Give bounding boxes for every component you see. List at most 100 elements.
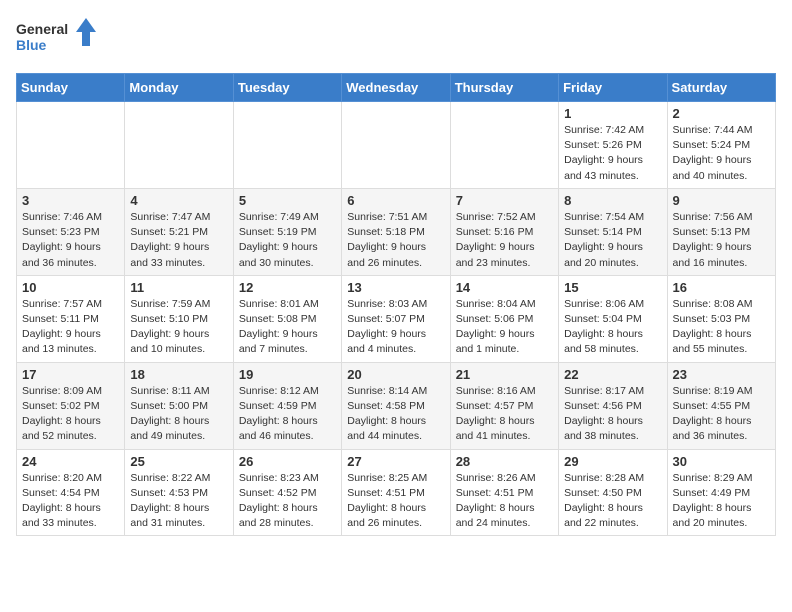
day-number: 29	[564, 454, 661, 469]
day-info: Sunrise: 8:29 AM Sunset: 4:49 PM Dayligh…	[673, 471, 770, 532]
day-cell: 5Sunrise: 7:49 AM Sunset: 5:19 PM Daylig…	[233, 188, 341, 275]
day-cell: 26 Sunrise: 8:23 AM Sunset: 4:52 PM Dayli…	[233, 449, 341, 536]
day-cell: 11 Sunrise: 7:59 AM Sunset: 5:10 PM Dayli…	[125, 275, 233, 362]
day-cell: 12Sunrise: 8:01 AM Sunset: 5:08 PM Dayli…	[233, 275, 341, 362]
week-row-0: 1 Sunrise: 7:42 AM Sunset: 5:26 PM Daylig…	[17, 102, 776, 189]
day-info: Sunrise: 8:03 AM Sunset: 5:07 PM Dayligh…	[347, 297, 444, 358]
day-info: Sunrise: 8:06 AM Sunset: 5:04 PM Dayligh…	[564, 297, 661, 358]
day-info: Sunrise: 8:23 AM Sunset: 4:52 PM Dayligh…	[239, 471, 336, 532]
day-number: 22	[564, 367, 661, 382]
day-cell: 21Sunrise: 8:16 AM Sunset: 4:57 PM Dayli…	[450, 362, 558, 449]
day-info: Sunrise: 8:09 AM Sunset: 5:02 PM Dayligh…	[22, 384, 119, 445]
day-info: Sunrise: 7:56 AM Sunset: 5:13 PM Dayligh…	[673, 210, 770, 271]
day-cell	[450, 102, 558, 189]
day-number: 30	[673, 454, 770, 469]
weekday-header-wednesday: Wednesday	[342, 74, 450, 102]
day-cell	[17, 102, 125, 189]
day-cell: 27 Sunrise: 8:25 AM Sunset: 4:51 PM Dayli…	[342, 449, 450, 536]
day-number: 21	[456, 367, 553, 382]
day-cell: 6 Sunrise: 7:51 AM Sunset: 5:18 PM Daylig…	[342, 188, 450, 275]
day-number: 2	[673, 106, 770, 121]
weekday-header-row: SundayMondayTuesdayWednesdayThursdayFrid…	[17, 74, 776, 102]
day-info: Sunrise: 7:44 AM Sunset: 5:24 PM Dayligh…	[673, 123, 770, 184]
day-cell	[342, 102, 450, 189]
day-number: 13	[347, 280, 444, 295]
day-number: 17	[22, 367, 119, 382]
day-cell: 15 Sunrise: 8:06 AM Sunset: 5:04 PM Dayli…	[559, 275, 667, 362]
calendar-table: SundayMondayTuesdayWednesdayThursdayFrid…	[16, 73, 776, 536]
day-cell: 17 Sunrise: 8:09 AM Sunset: 5:02 PM Dayli…	[17, 362, 125, 449]
day-number: 9	[673, 193, 770, 208]
day-cell	[125, 102, 233, 189]
day-number: 4	[130, 193, 227, 208]
day-cell: 2 Sunrise: 7:44 AM Sunset: 5:24 PM Daylig…	[667, 102, 775, 189]
weekday-header-saturday: Saturday	[667, 74, 775, 102]
day-number: 11	[130, 280, 227, 295]
week-row-4: 24 Sunrise: 8:20 AM Sunset: 4:54 PM Dayli…	[17, 449, 776, 536]
day-cell: 3Sunrise: 7:46 AM Sunset: 5:23 PM Daylig…	[17, 188, 125, 275]
day-cell	[233, 102, 341, 189]
day-number: 16	[673, 280, 770, 295]
day-info: Sunrise: 7:51 AM Sunset: 5:18 PM Dayligh…	[347, 210, 444, 271]
day-number: 24	[22, 454, 119, 469]
day-number: 19	[239, 367, 336, 382]
day-cell: 9 Sunrise: 7:56 AM Sunset: 5:13 PM Daylig…	[667, 188, 775, 275]
logo-icon: General Blue	[16, 16, 96, 61]
day-number: 8	[564, 193, 661, 208]
day-info: Sunrise: 8:12 AM Sunset: 4:59 PM Dayligh…	[239, 384, 336, 445]
weekday-header-tuesday: Tuesday	[233, 74, 341, 102]
weekday-header-thursday: Thursday	[450, 74, 558, 102]
day-cell: 18 Sunrise: 8:11 AM Sunset: 5:00 PM Dayli…	[125, 362, 233, 449]
day-cell: 20 Sunrise: 8:14 AM Sunset: 4:58 PM Dayli…	[342, 362, 450, 449]
day-number: 20	[347, 367, 444, 382]
weekday-header-monday: Monday	[125, 74, 233, 102]
day-cell: 25 Sunrise: 8:22 AM Sunset: 4:53 PM Dayli…	[125, 449, 233, 536]
day-cell: 13 Sunrise: 8:03 AM Sunset: 5:07 PM Dayli…	[342, 275, 450, 362]
day-cell: 23Sunrise: 8:19 AM Sunset: 4:55 PM Dayli…	[667, 362, 775, 449]
day-number: 5	[239, 193, 336, 208]
day-info: Sunrise: 7:47 AM Sunset: 5:21 PM Dayligh…	[130, 210, 227, 271]
day-cell: 10 Sunrise: 7:57 AM Sunset: 5:11 PM Dayli…	[17, 275, 125, 362]
day-number: 6	[347, 193, 444, 208]
day-number: 27	[347, 454, 444, 469]
week-row-1: 3Sunrise: 7:46 AM Sunset: 5:23 PM Daylig…	[17, 188, 776, 275]
day-cell: 22Sunrise: 8:17 AM Sunset: 4:56 PM Dayli…	[559, 362, 667, 449]
header: General Blue	[16, 16, 776, 61]
day-info: Sunrise: 8:14 AM Sunset: 4:58 PM Dayligh…	[347, 384, 444, 445]
day-info: Sunrise: 8:25 AM Sunset: 4:51 PM Dayligh…	[347, 471, 444, 532]
day-info: Sunrise: 8:01 AM Sunset: 5:08 PM Dayligh…	[239, 297, 336, 358]
day-number: 18	[130, 367, 227, 382]
day-info: Sunrise: 8:26 AM Sunset: 4:51 PM Dayligh…	[456, 471, 553, 532]
day-cell: 30 Sunrise: 8:29 AM Sunset: 4:49 PM Dayli…	[667, 449, 775, 536]
svg-text:Blue: Blue	[16, 37, 47, 53]
day-cell: 16 Sunrise: 8:08 AM Sunset: 5:03 PM Dayli…	[667, 275, 775, 362]
day-number: 25	[130, 454, 227, 469]
day-info: Sunrise: 7:46 AM Sunset: 5:23 PM Dayligh…	[22, 210, 119, 271]
day-number: 26	[239, 454, 336, 469]
day-info: Sunrise: 7:59 AM Sunset: 5:10 PM Dayligh…	[130, 297, 227, 358]
day-info: Sunrise: 8:08 AM Sunset: 5:03 PM Dayligh…	[673, 297, 770, 358]
day-info: Sunrise: 8:22 AM Sunset: 4:53 PM Dayligh…	[130, 471, 227, 532]
day-info: Sunrise: 7:42 AM Sunset: 5:26 PM Dayligh…	[564, 123, 661, 184]
day-info: Sunrise: 8:20 AM Sunset: 4:54 PM Dayligh…	[22, 471, 119, 532]
day-cell: 1 Sunrise: 7:42 AM Sunset: 5:26 PM Daylig…	[559, 102, 667, 189]
day-cell: 24 Sunrise: 8:20 AM Sunset: 4:54 PM Dayli…	[17, 449, 125, 536]
day-cell: 19 Sunrise: 8:12 AM Sunset: 4:59 PM Dayli…	[233, 362, 341, 449]
day-number: 14	[456, 280, 553, 295]
day-info: Sunrise: 7:57 AM Sunset: 5:11 PM Dayligh…	[22, 297, 119, 358]
day-info: Sunrise: 8:11 AM Sunset: 5:00 PM Dayligh…	[130, 384, 227, 445]
day-cell: 29Sunrise: 8:28 AM Sunset: 4:50 PM Dayli…	[559, 449, 667, 536]
weekday-header-friday: Friday	[559, 74, 667, 102]
day-number: 10	[22, 280, 119, 295]
day-cell: 8Sunrise: 7:54 AM Sunset: 5:14 PM Daylig…	[559, 188, 667, 275]
day-cell: 4 Sunrise: 7:47 AM Sunset: 5:21 PM Daylig…	[125, 188, 233, 275]
week-row-3: 17 Sunrise: 8:09 AM Sunset: 5:02 PM Dayli…	[17, 362, 776, 449]
logo: General Blue	[16, 16, 96, 61]
week-row-2: 10 Sunrise: 7:57 AM Sunset: 5:11 PM Dayli…	[17, 275, 776, 362]
day-number: 1	[564, 106, 661, 121]
day-info: Sunrise: 7:52 AM Sunset: 5:16 PM Dayligh…	[456, 210, 553, 271]
svg-text:General: General	[16, 21, 68, 37]
day-number: 7	[456, 193, 553, 208]
day-number: 15	[564, 280, 661, 295]
day-cell: 7 Sunrise: 7:52 AM Sunset: 5:16 PM Daylig…	[450, 188, 558, 275]
